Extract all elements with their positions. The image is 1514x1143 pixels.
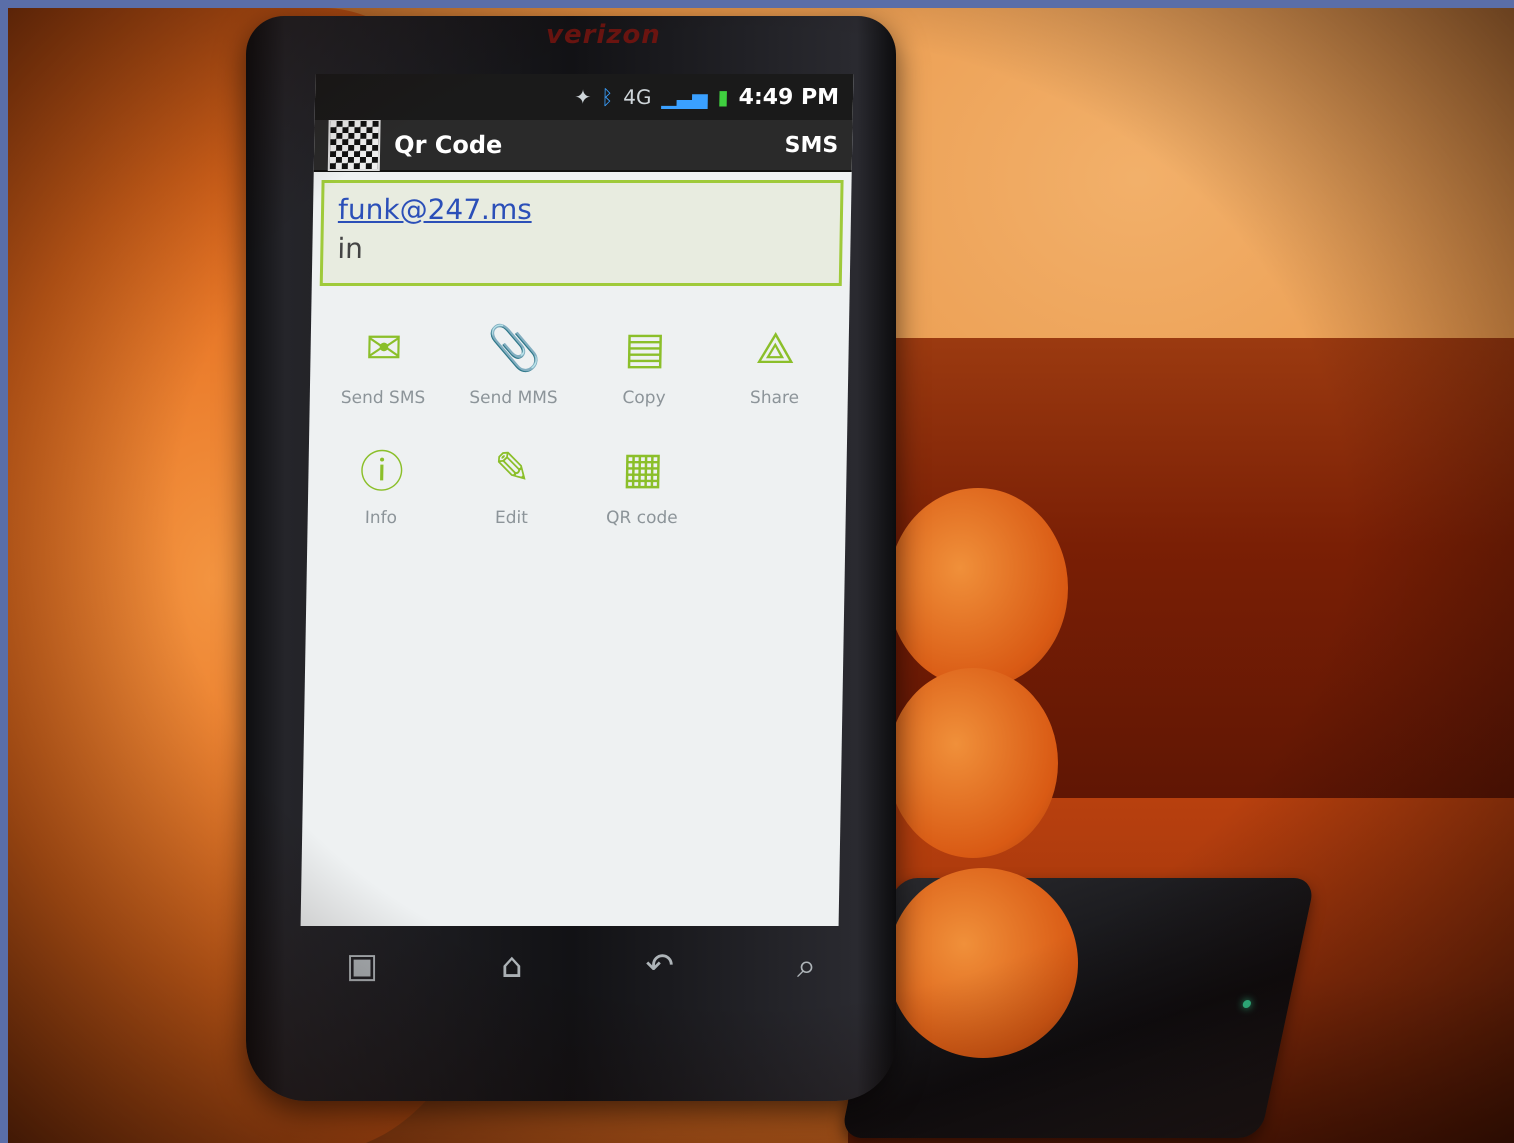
home-icon[interactable]: ⌂ <box>501 946 523 986</box>
action-label: Copy <box>622 388 666 408</box>
info-button[interactable]: ⓘ Info <box>316 438 448 528</box>
action-label: Share <box>749 388 800 408</box>
message-text: in <box>337 232 364 265</box>
bluetooth-icon: ᛒ <box>601 85 614 109</box>
status-bar: ✦ ᛒ 4G ▁▃▅ ▮ 4:49 PM <box>314 74 854 120</box>
email-link[interactable]: funk@247.ms <box>338 193 827 226</box>
send-mms-button[interactable]: 📎 Send MMS <box>448 318 580 408</box>
app-qr-icon <box>327 119 381 171</box>
phone-screen: ✦ ᛒ 4G ▁▃▅ ▮ 4:49 PM Qr Code SMS funk@24… <box>300 74 854 926</box>
send-sms-button[interactable]: ✉ Send SMS <box>318 318 450 409</box>
clock: 4:49 PM <box>738 84 840 110</box>
copy-button[interactable]: ▤ Copy <box>579 318 711 409</box>
action-label: QR code <box>605 508 678 528</box>
title-bar: Qr Code SMS <box>313 119 853 172</box>
result-text-box[interactable]: funk@247.ms in <box>319 180 844 286</box>
gps-icon: ✦ <box>574 85 592 109</box>
action-grid: ✉ Send SMS 📎 Send MMS ▤ Copy ⟁ Share ⓘ I… <box>308 286 850 529</box>
action-label: Send MMS <box>469 388 558 408</box>
search-icon[interactable]: ⌕ <box>797 946 816 986</box>
edit-button[interactable]: ✎ Edit <box>446 438 578 529</box>
edit-icon: ✎ <box>493 442 532 494</box>
network-type: 4G <box>623 85 652 109</box>
smartphone: verizon ✦ ᛒ 4G ▁▃▅ ▮ 4:49 PM Qr Code SMS… <box>246 16 896 1101</box>
back-icon[interactable]: ↶ <box>646 946 675 986</box>
info-icon: ⓘ <box>359 447 405 498</box>
finger <box>888 488 1068 688</box>
share-button[interactable]: ⟁ Share <box>709 318 841 409</box>
photo-scene: verizon ✦ ᛒ 4G ▁▃▅ ▮ 4:49 PM Qr Code SMS… <box>8 8 1514 1143</box>
battery-icon: ▮ <box>717 85 729 109</box>
qr-code-button[interactable]: ▦ QR code <box>577 438 709 529</box>
content-type: SMS <box>784 132 839 158</box>
hardware-nav-bar: ▣ ⌂ ↶ ⌕ <box>346 946 816 986</box>
action-label: Edit <box>494 508 529 528</box>
app-title: Qr Code <box>393 131 503 159</box>
menu-icon[interactable]: ▣ <box>346 946 378 986</box>
qr-code-icon: ▦ <box>621 442 665 494</box>
copy-icon: ▤ <box>623 322 667 374</box>
send-sms-icon: ✉ <box>365 322 403 374</box>
finger <box>888 668 1058 858</box>
signal-icon: ▁▃▅ <box>661 85 708 109</box>
carrier-logo: verizon <box>546 20 661 50</box>
share-icon: ⟁ <box>755 322 796 374</box>
action-label: Info <box>364 508 398 528</box>
action-label: Send SMS <box>340 388 426 408</box>
led-indicator <box>1242 1000 1252 1008</box>
send-mms-icon: 📎 <box>486 323 543 374</box>
finger <box>888 868 1078 1058</box>
